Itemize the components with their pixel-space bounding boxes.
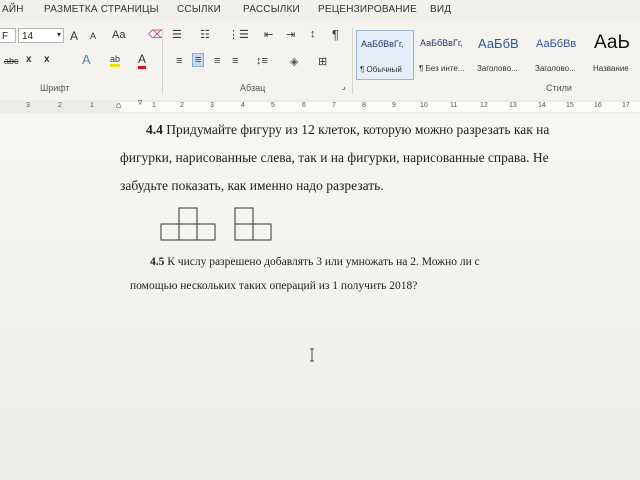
ruler-number: 7 bbox=[332, 102, 336, 109]
group-label-paragraph: Абзац bbox=[240, 83, 266, 93]
ribbon: F 14 ▾ A A Aa ⌫ abc x x A ab A Шрифт ☰ ☷… bbox=[0, 22, 640, 101]
right-figure bbox=[234, 207, 272, 241]
align-right-icon[interactable]: ≡ bbox=[214, 55, 220, 67]
style-name: ¶ Обычный bbox=[360, 65, 402, 74]
borders-icon[interactable]: ⊞ bbox=[318, 55, 327, 68]
highlight-button[interactable]: ab bbox=[110, 54, 121, 67]
decrease-indent-icon[interactable]: ⇤ bbox=[264, 28, 273, 41]
increase-indent-icon[interactable]: ⇥ bbox=[286, 28, 295, 41]
shrink-font-button[interactable]: A bbox=[90, 31, 96, 41]
tab-review[interactable]: РЕЦЕНЗИРОВАНИЕ bbox=[318, 4, 417, 15]
first-line-indent-icon[interactable]: ▿ bbox=[138, 97, 143, 108]
group-label-font: Шрифт bbox=[40, 83, 70, 93]
ruler-number: 14 bbox=[538, 102, 546, 109]
style-preview: АаБбВ bbox=[478, 36, 519, 51]
multilevel-list-icon[interactable]: ⋮☰ bbox=[228, 28, 249, 41]
cell-figures bbox=[160, 207, 272, 241]
horizontal-ruler[interactable]: 3 2 1 ⌂ ▿ 1 2 3 4 5 6 7 8 9 10 11 12 13 … bbox=[0, 97, 640, 115]
line-spacing-icon[interactable]: ↕≡ bbox=[256, 55, 268, 67]
style-name: Заголово... bbox=[477, 64, 518, 73]
ruler-text-area bbox=[120, 102, 640, 112]
text-line: фигурки, нарисованные слева, так и на фи… bbox=[120, 150, 549, 165]
ruler-number: 2 bbox=[180, 102, 184, 109]
font-name-box[interactable]: F bbox=[0, 28, 16, 43]
style-preview: АаБбВвГг, bbox=[420, 38, 463, 48]
ruler-number: 1 bbox=[152, 102, 156, 109]
cell bbox=[178, 223, 198, 241]
cell bbox=[252, 223, 272, 241]
ribbon-tabs: АЙН РАЗМЕТКА СТРАНИЦЫ ССЫЛКИ РАССЫЛКИ РЕ… bbox=[0, 0, 640, 23]
style-heading-2[interactable]: АаБбВв Заголово... bbox=[532, 30, 590, 80]
group-label-styles: Стили bbox=[546, 83, 572, 93]
tab-home[interactable]: АЙН bbox=[2, 4, 24, 15]
problem-number: 4.4 bbox=[146, 122, 163, 137]
subscript-button[interactable]: x bbox=[26, 54, 32, 65]
tab-page-layout[interactable]: РАЗМЕТКА СТРАНИЦЫ bbox=[44, 4, 159, 15]
text-line: 4.4 Придумайте фигуру из 12 клеток, кото… bbox=[146, 122, 549, 138]
problem-number: 4.5 bbox=[150, 256, 165, 268]
ruler-number: 8 bbox=[362, 102, 366, 109]
tab-mailings[interactable]: РАССЫЛКИ bbox=[243, 4, 300, 15]
align-left-icon[interactable]: ≡ bbox=[176, 55, 182, 67]
ruler-number: 13 bbox=[509, 102, 517, 109]
ruler-number: 17 bbox=[622, 102, 630, 109]
ruler-number: 4 bbox=[241, 102, 245, 109]
ruler-number: 5 bbox=[271, 102, 275, 109]
style-title[interactable]: АаЬ Название bbox=[590, 30, 640, 80]
change-case-button[interactable]: Aa bbox=[112, 29, 125, 41]
text-line: помощью нескольких таких операций из 1 п… bbox=[130, 280, 418, 292]
style-preview: АаБбВвГг, bbox=[361, 39, 404, 49]
cell bbox=[178, 207, 198, 225]
dialog-launcher-icon[interactable]: ⌟ bbox=[342, 82, 346, 91]
ruler-number: 6 bbox=[302, 102, 306, 109]
pilcrow-icon[interactable]: ¶ bbox=[332, 27, 339, 42]
cell bbox=[196, 223, 216, 241]
cell bbox=[234, 223, 254, 241]
ruler-number: 11 bbox=[450, 102, 458, 109]
problem-text: К числу разрешено добавлять 3 или умножа… bbox=[164, 256, 480, 268]
strikethrough-button[interactable]: abc bbox=[4, 56, 19, 66]
style-preview: АаБбВв bbox=[536, 38, 577, 50]
indent-marker-icon[interactable]: ⌂ bbox=[116, 100, 121, 110]
ruler-number: 16 bbox=[594, 102, 602, 109]
style-name: ¶ Без инте... bbox=[419, 64, 465, 73]
grow-font-button[interactable]: A bbox=[70, 29, 78, 43]
style-name: Заголово... bbox=[535, 64, 576, 73]
ruler-number: 3 bbox=[26, 102, 30, 109]
style-no-spacing[interactable]: АаБбВвГг, ¶ Без инте... bbox=[416, 30, 474, 80]
tab-view[interactable]: ВИД bbox=[430, 4, 451, 15]
numbering-icon[interactable]: ☷ bbox=[200, 28, 210, 41]
chevron-down-icon[interactable]: ▾ bbox=[57, 30, 61, 39]
ruler-number: 9 bbox=[392, 102, 396, 109]
document-page[interactable]: 4.4 Придумайте фигуру из 12 клеток, кото… bbox=[0, 114, 640, 480]
ruler-number: 12 bbox=[480, 102, 488, 109]
style-normal[interactable]: АаБбВвГг, ¶ Обычный bbox=[356, 30, 414, 80]
style-name: Название bbox=[593, 64, 629, 73]
justify-icon[interactable]: ≡ bbox=[232, 55, 238, 67]
style-heading-1[interactable]: АаБбВ Заголово... bbox=[474, 30, 532, 80]
ruler-number: 2 bbox=[58, 102, 62, 109]
text-line: 4.5 К числу разрешено добавлять 3 или ум… bbox=[150, 256, 480, 268]
ruler-number: 15 bbox=[566, 102, 574, 109]
divider bbox=[352, 28, 353, 94]
text-effects-button[interactable]: A bbox=[82, 52, 91, 67]
tab-references[interactable]: ССЫЛКИ bbox=[177, 4, 221, 15]
ruler-number: 3 bbox=[210, 102, 214, 109]
sort-icon[interactable]: ↕ bbox=[310, 28, 316, 40]
superscript-button[interactable]: x bbox=[44, 54, 50, 65]
cell bbox=[234, 207, 254, 225]
text-line: забудьте показать, как именно надо разре… bbox=[120, 178, 384, 193]
style-preview: АаЬ bbox=[594, 32, 630, 53]
problem-text: Придумайте фигуру из 12 клеток, которую … bbox=[162, 122, 550, 137]
font-color-button[interactable]: A bbox=[138, 52, 147, 69]
ruler-number: 10 bbox=[420, 102, 428, 109]
align-center-icon[interactable]: ≡ bbox=[192, 53, 205, 67]
text-cursor-icon bbox=[310, 348, 314, 362]
left-figure bbox=[160, 207, 216, 241]
divider bbox=[162, 28, 163, 94]
bullets-icon[interactable]: ☰ bbox=[172, 28, 182, 41]
shading-icon[interactable]: ◈ bbox=[290, 55, 298, 68]
ruler-number: 1 bbox=[90, 102, 94, 109]
cell bbox=[160, 223, 180, 241]
